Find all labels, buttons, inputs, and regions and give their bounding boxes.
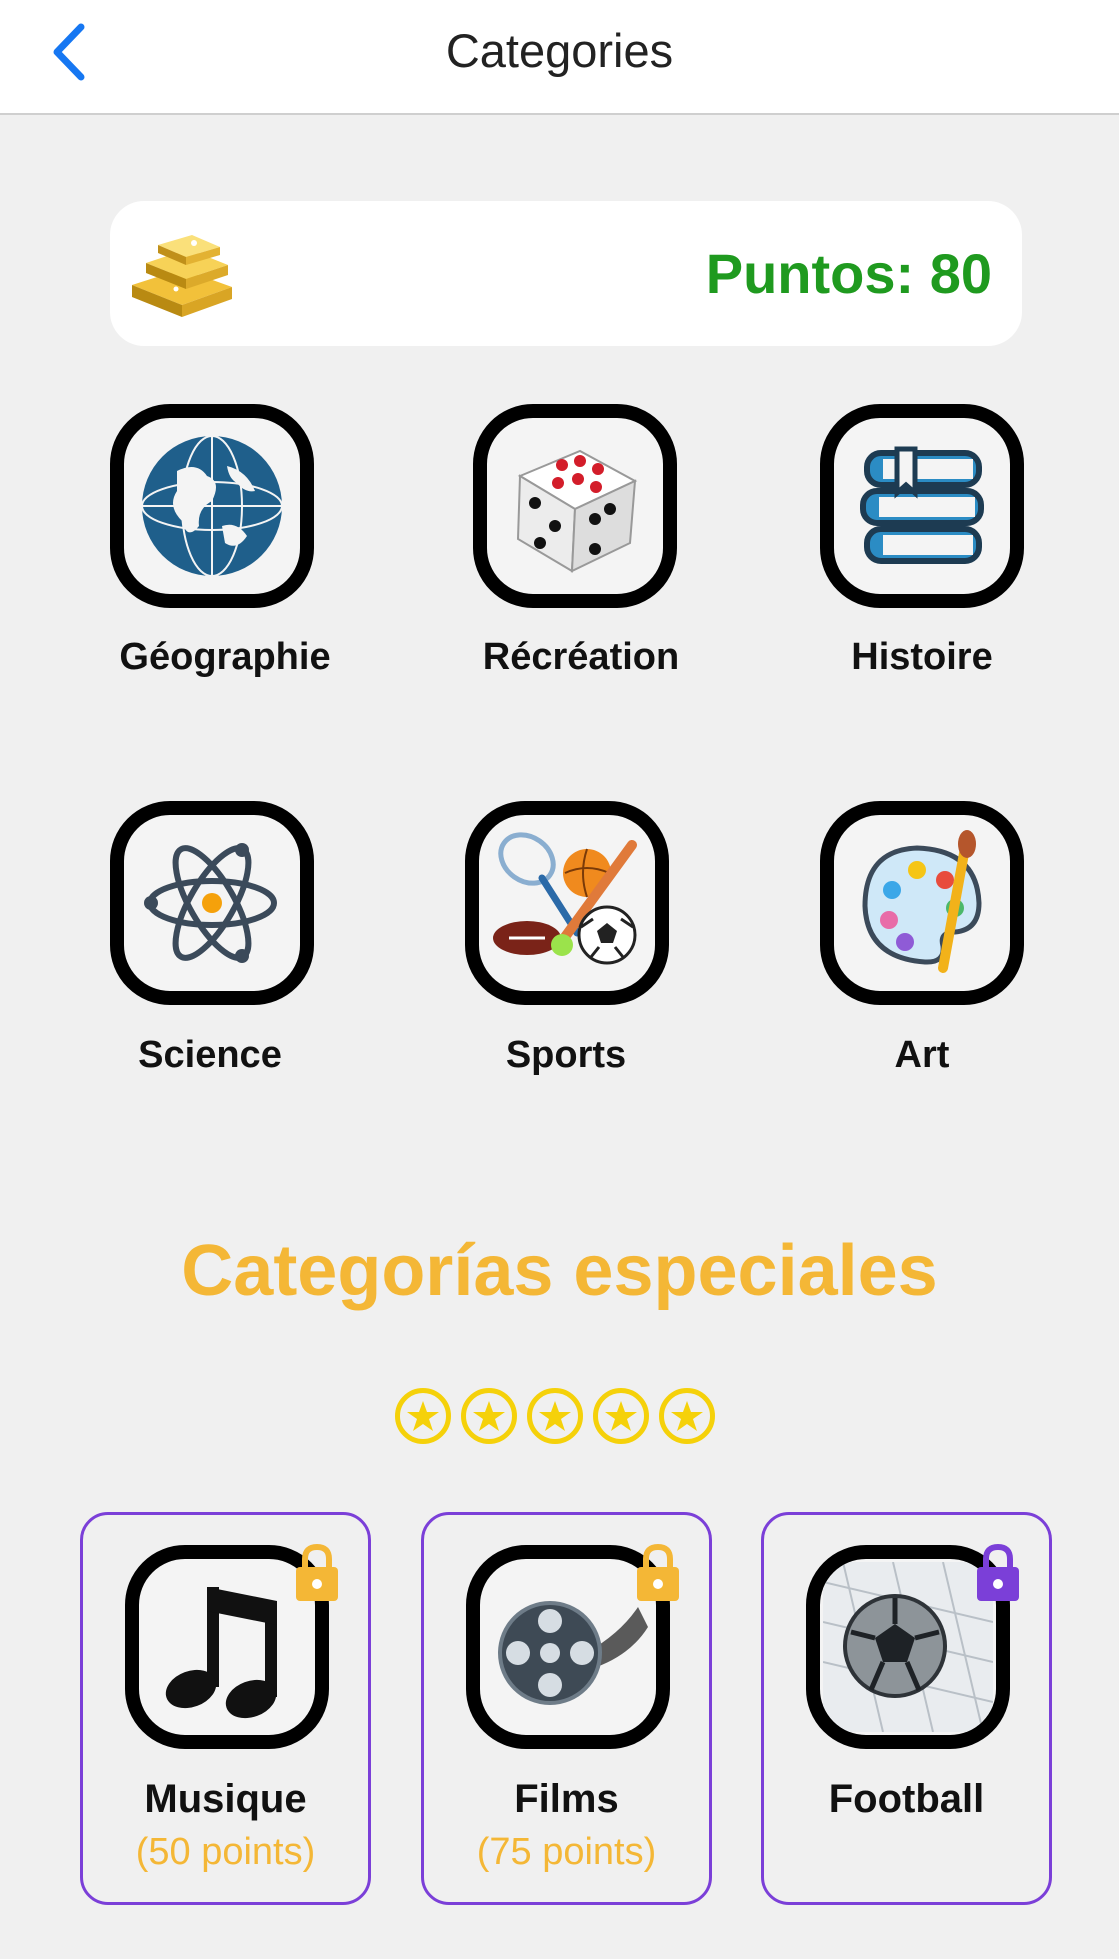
category-label: Science	[138, 1034, 282, 1076]
globe-icon	[141, 435, 283, 577]
star-icon	[461, 1388, 517, 1444]
page-title: Categories	[445, 23, 674, 77]
category-label: Récréation	[482, 636, 680, 678]
special-card-name: Football	[828, 1777, 985, 1821]
lock-icon	[977, 1543, 1019, 1601]
lock-icon	[637, 1543, 679, 1601]
atom-icon	[144, 843, 277, 963]
palette-icon	[862, 830, 982, 973]
star-icon	[659, 1388, 715, 1444]
categories-screen: Categories Puntos: 80 Géographie Récréat…	[0, 0, 1119, 1959]
special-card-name: Films	[514, 1777, 619, 1821]
special-card-football[interactable]: Football	[761, 1512, 1052, 1905]
category-label: Histoire	[851, 636, 993, 678]
special-card-name: Musique	[144, 1777, 307, 1821]
special-card-cost: (50 points)	[135, 1831, 316, 1873]
category-tile-histoire[interactable]	[820, 404, 1024, 608]
books-icon	[860, 446, 984, 564]
category-label: Géographie	[119, 636, 331, 678]
star-icon	[593, 1388, 649, 1444]
category-tile-science[interactable]	[110, 801, 314, 1005]
special-categories-title: Categorías especiales	[181, 1231, 938, 1311]
category-tile-geographie[interactable]	[110, 404, 314, 608]
gold-bars-icon	[132, 235, 232, 317]
points-label: Puntos: 80	[705, 242, 992, 305]
category-label: Sports	[505, 1034, 627, 1076]
special-card-cost: (75 points)	[476, 1831, 657, 1873]
special-card-musique[interactable]: Musique (50 points)	[80, 1512, 371, 1905]
music-note-icon	[165, 1587, 277, 1719]
lock-icon	[296, 1543, 338, 1601]
star-icon	[395, 1388, 451, 1444]
soccer-ball-net-icon	[823, 1562, 993, 1732]
category-label: Art	[894, 1034, 950, 1076]
film-reel-icon	[498, 1601, 648, 1705]
star-rating	[395, 1388, 715, 1448]
navigation-bar: Categories	[0, 0, 1119, 115]
sports-balls-icon	[493, 832, 637, 965]
special-card-films[interactable]: Films (75 points)	[421, 1512, 712, 1905]
points-card: Puntos: 80	[110, 201, 1022, 346]
star-icon	[527, 1388, 583, 1444]
category-tile-art[interactable]	[820, 801, 1024, 1005]
category-tile-sports[interactable]	[465, 801, 669, 1005]
dice-icon	[516, 449, 638, 573]
category-tile-recreation[interactable]	[473, 404, 677, 608]
